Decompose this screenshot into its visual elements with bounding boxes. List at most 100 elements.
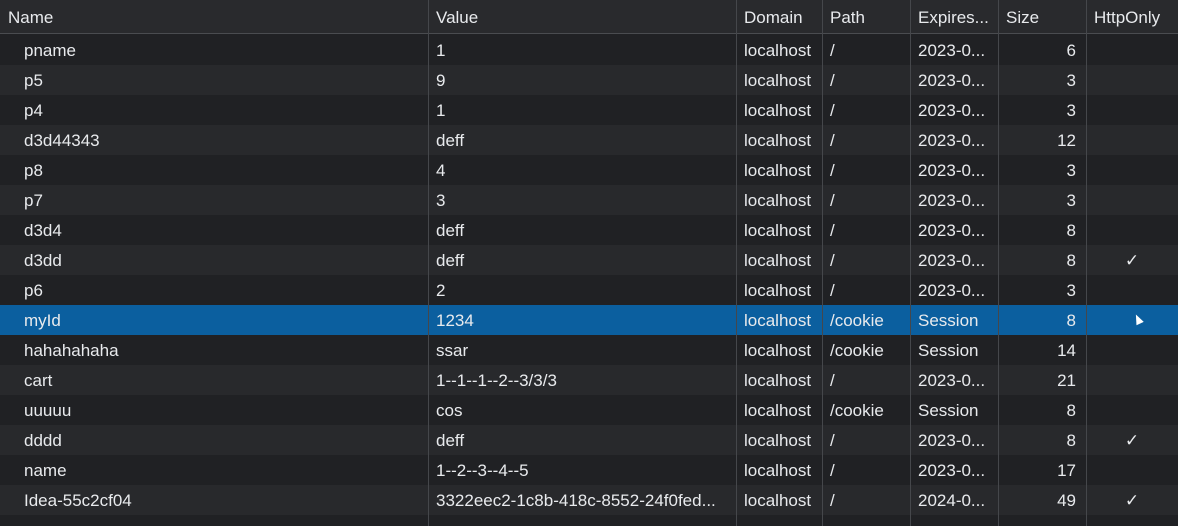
cell-size: 8: [1066, 431, 1076, 450]
column-header-value[interactable]: Value: [428, 0, 736, 34]
column-header-path[interactable]: Path: [822, 0, 910, 34]
cell-httponly: [1086, 305, 1178, 335]
cell-path: /: [830, 161, 835, 180]
table-row[interactable]: uuuuu cos localhost/cookie Session 8: [0, 395, 1178, 425]
cell-name: Idea-55c2cf04: [24, 491, 132, 510]
table-header: Name Value Domain Path Expires... Size H…: [0, 0, 1178, 34]
cell-name: uuuuu: [24, 401, 72, 420]
cell-name: d3d44343: [24, 131, 100, 150]
cell-size: 17: [1057, 461, 1076, 480]
cell-expires: 2023-0...: [918, 191, 986, 210]
cell-httponly: [1086, 275, 1178, 305]
cell-path: /: [830, 251, 835, 270]
table-row[interactable]: cart 1--1--1--2--3/3/3 localhost / 2023-0...…: [0, 365, 1178, 395]
cell-name: p8: [24, 161, 43, 180]
cell-value: 3322eec2-1c8b-418c-8552-24f0fed...: [436, 491, 716, 510]
cell-path: /: [830, 71, 835, 90]
column-header-httponly[interactable]: HttpOnly: [1086, 0, 1178, 34]
cell-domain: localhost: [744, 251, 812, 270]
column-header-domain[interactable]: Domain: [736, 0, 822, 34]
table-row[interactable]: Idea-55c2cf04 3322eec2-1c8b-418c-8552-24f…: [0, 485, 1178, 515]
cell-size: 3: [1066, 101, 1076, 120]
column-divider[interactable]: [736, 0, 737, 526]
column-divider[interactable]: [998, 0, 999, 526]
table-row[interactable]: dddd deff localhost / 2023-0... 8 ✓: [0, 425, 1178, 455]
cell-domain: localhost: [744, 131, 812, 150]
column-header-name[interactable]: Name: [0, 0, 428, 34]
cell-expires: 2023-0...: [918, 131, 986, 150]
cell-httponly: [1086, 155, 1178, 185]
cell-expires: 2023-0...: [918, 281, 986, 300]
table-row[interactable]: d3dd deff localhost / 2023-0... 8 ✓: [0, 245, 1178, 275]
cell-expires: 2023-0...: [918, 461, 986, 480]
cell-domain: localhost: [744, 461, 812, 480]
table-row[interactable]: p6 2 localhost / 2023-0... 3: [0, 275, 1178, 305]
cell-value: 1: [436, 41, 446, 60]
cell-value: 1--1--1--2--3/3/3: [436, 371, 557, 390]
cell-name: p7: [24, 191, 43, 210]
table-row[interactable]: p4 1 localhost / 2023-0... 3: [0, 95, 1178, 125]
cell-httponly: [1086, 35, 1178, 65]
cell-domain: localhost: [744, 101, 812, 120]
cell-httponly: [1086, 335, 1178, 365]
table-row[interactable]: p5 9 localhost / 2023-0... 3: [0, 65, 1178, 95]
cell-path: /: [830, 431, 835, 450]
table-row[interactable]: pname 1 localhost / 2023-0... 6: [0, 35, 1178, 65]
cell-path: /cookie: [830, 341, 884, 360]
column-divider[interactable]: [1086, 0, 1087, 526]
cell-value: 2: [436, 281, 446, 300]
column-divider[interactable]: [822, 0, 823, 526]
column-header-expires[interactable]: Expires...: [910, 0, 998, 34]
column-header-size[interactable]: Size: [998, 0, 1086, 34]
cell-path: /cookie: [830, 311, 884, 330]
cell-value: cos: [436, 401, 463, 420]
cell-httponly: [1086, 65, 1178, 95]
cell-path: /: [830, 461, 835, 480]
cell-path: /: [830, 491, 835, 510]
table-row[interactable]: p7 3 localhost / 2023-0... 3: [0, 185, 1178, 215]
cell-httponly: [1086, 185, 1178, 215]
cell-size: 3: [1066, 191, 1076, 210]
cell-value: deff: [436, 221, 465, 240]
cell-value: 1--2--3--4--5: [436, 461, 529, 480]
cell-expires: 2023-0...: [918, 251, 986, 270]
table-row[interactable]: d3d44343 deff localhost / 2023-0... 12: [0, 125, 1178, 155]
cell-expires: 2023-0...: [918, 41, 986, 60]
cell-httponly: [1086, 95, 1178, 125]
cell-domain: localhost: [744, 401, 812, 420]
cell-value: 4: [436, 161, 446, 180]
cell-name: hahahahaha: [24, 341, 119, 360]
cell-size: 14: [1057, 341, 1076, 360]
cell-domain: localhost: [744, 41, 812, 60]
cell-domain: localhost: [744, 221, 812, 240]
cell-size: 21: [1057, 371, 1076, 390]
cell-size: 8: [1066, 251, 1076, 270]
cell-path: /: [830, 131, 835, 150]
cell-httponly: [1086, 455, 1178, 485]
table-row[interactable]: hahahahaha ssar localhost/cookie Session 14: [0, 335, 1178, 365]
cell-size: 3: [1066, 281, 1076, 300]
cell-domain: localhost: [744, 161, 812, 180]
cell-size: 8: [1066, 401, 1076, 420]
cell-domain: localhost: [744, 281, 812, 300]
cell-value: ssar: [436, 341, 469, 360]
column-divider[interactable]: [910, 0, 911, 526]
table-row[interactable]: d3d4 deff localhost / 2023-0... 8: [0, 215, 1178, 245]
cell-name: pname: [24, 41, 76, 60]
cell-name: p6: [24, 281, 43, 300]
table-row[interactable]: myId 1234 localhost/cookie Session 8: [0, 305, 1178, 335]
cell-value: 9: [436, 71, 446, 90]
cell-size: 3: [1066, 161, 1076, 180]
cell-path: /: [830, 221, 835, 240]
table-row[interactable]: p8 4 localhost / 2023-0... 3: [0, 155, 1178, 185]
cell-size: 49: [1057, 491, 1076, 510]
cell-httponly: [1086, 215, 1178, 245]
cell-domain: localhost: [744, 311, 812, 330]
cell-name: d3d4: [24, 221, 62, 240]
cell-value: deff: [436, 251, 465, 270]
table-row[interactable]: name 1--2--3--4--5 localhost / 2023-0... 17: [0, 455, 1178, 485]
column-divider[interactable]: [428, 0, 429, 526]
cell-name: p4: [24, 101, 43, 120]
cell-name: name: [24, 461, 67, 480]
cell-name: myId: [24, 311, 61, 330]
